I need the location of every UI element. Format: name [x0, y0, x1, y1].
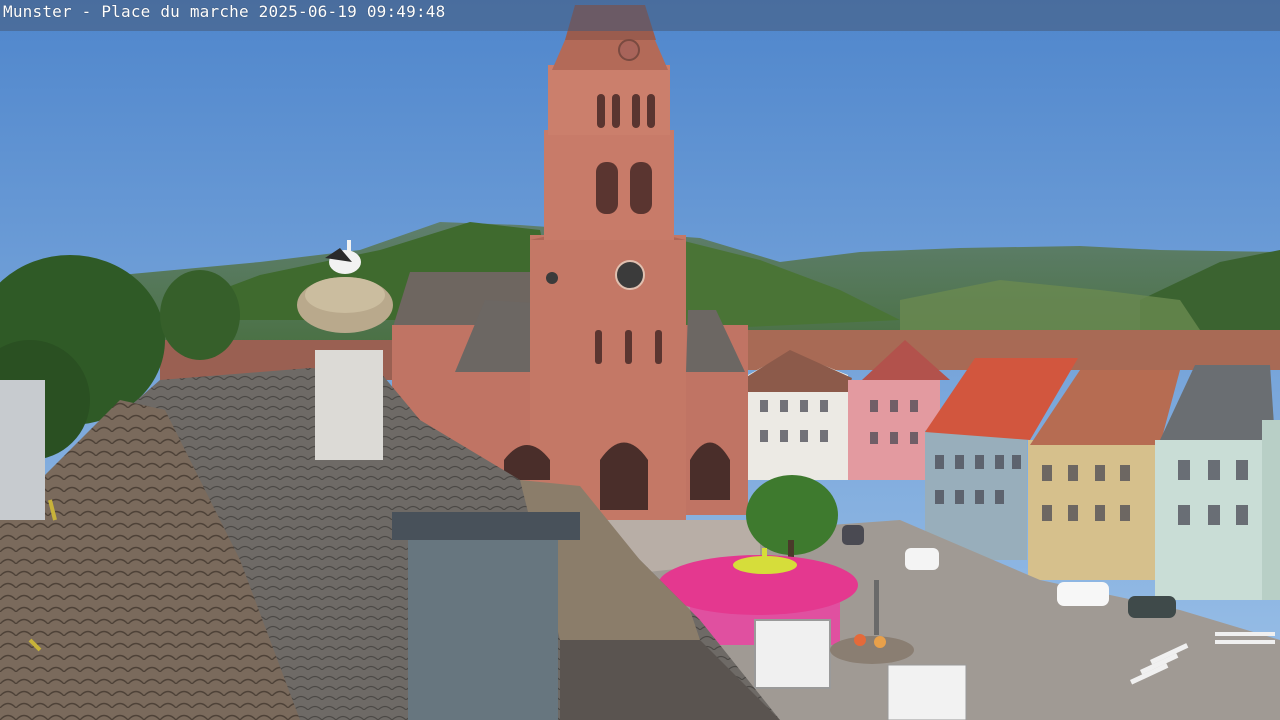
caption-bar: Munster - Place du marche 2025-06-19 09:… — [0, 0, 1280, 31]
foreground-chimney — [408, 535, 558, 720]
fountain — [830, 636, 914, 664]
chimney-nest — [315, 350, 383, 460]
white-trailer — [754, 619, 831, 689]
clock-face — [615, 260, 645, 290]
webcam-scene — [0, 0, 1280, 720]
webcam-caption: Munster - Place du marche 2025-06-19 09:… — [3, 2, 446, 21]
